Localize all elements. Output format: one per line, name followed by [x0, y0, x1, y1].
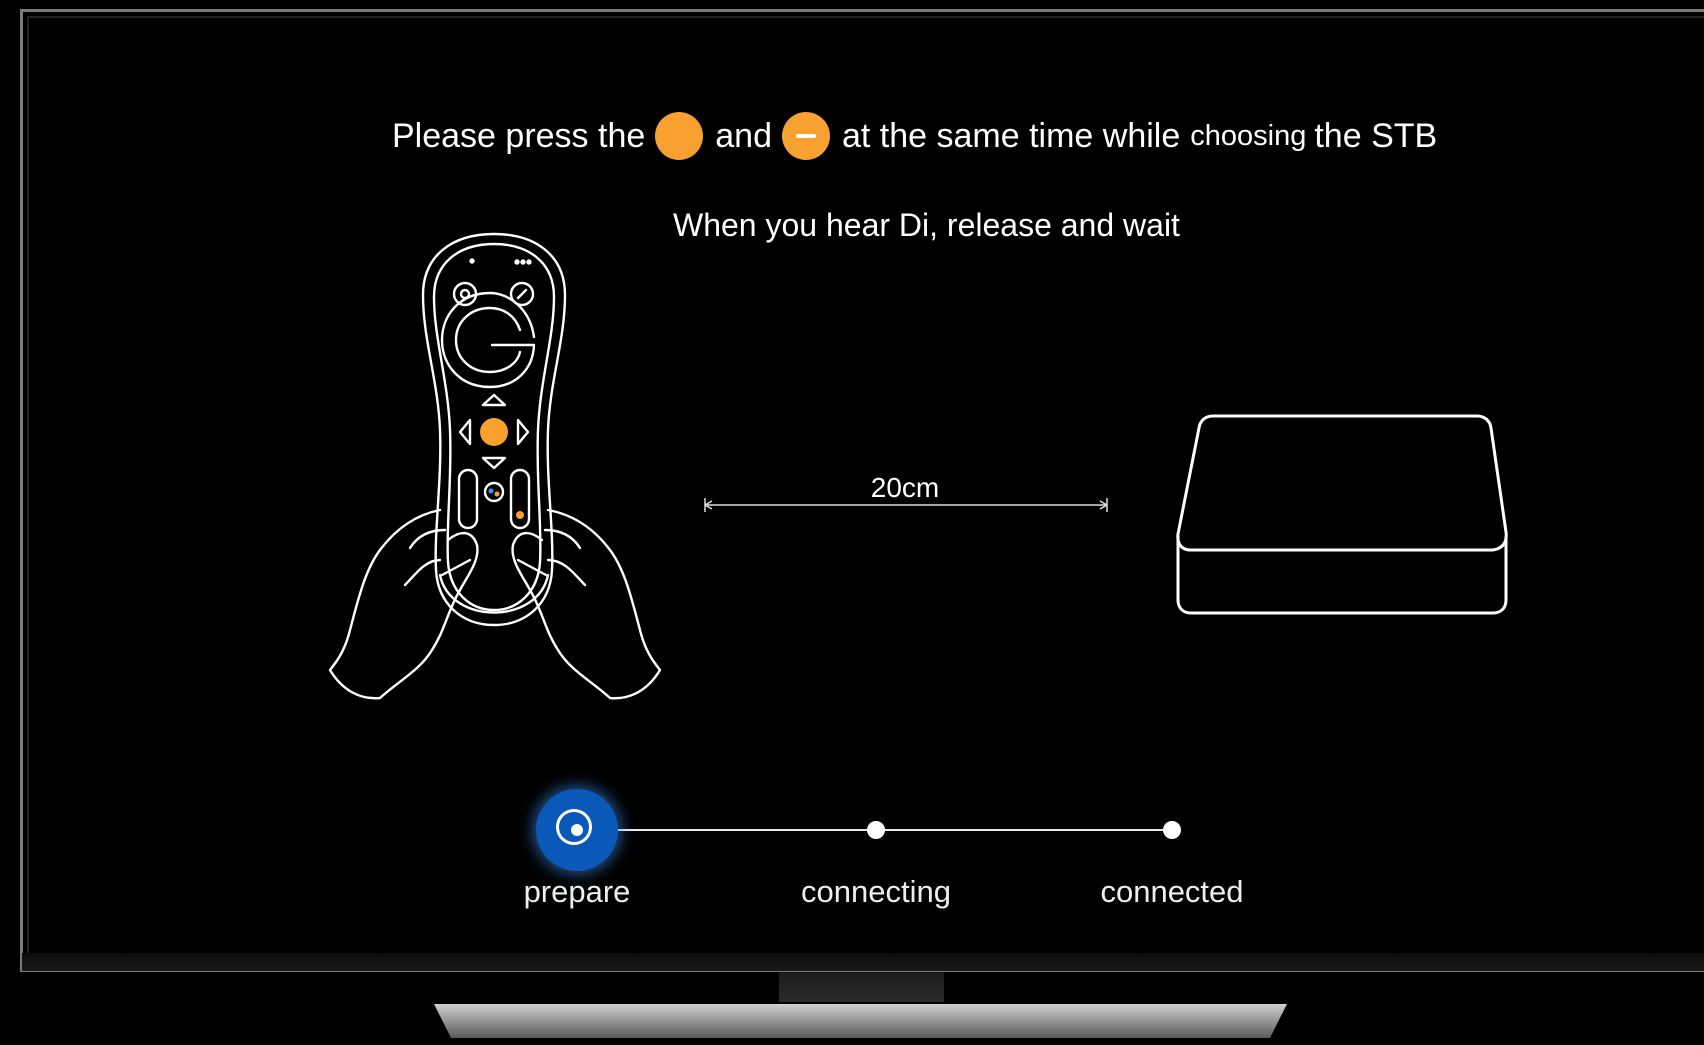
set-top-box-illustration [1176, 414, 1508, 615]
minus-button-icon [782, 112, 830, 160]
step-connected-indicator [1163, 821, 1181, 839]
tv-bottom-bezel [22, 953, 1704, 971]
step-label-prepare: prepare [523, 874, 631, 909]
step-prepare-indicator [536, 789, 618, 871]
tv-stand-base [434, 1004, 1287, 1038]
step-label-connected: connected [1100, 874, 1244, 909]
instruction-text-5: the STB [1314, 116, 1438, 155]
orange-button-icon [655, 112, 704, 160]
step-label-connecting: connecting [801, 874, 951, 909]
instruction-text-2: and [715, 116, 772, 155]
instruction-subtext: When you hear Di, release and wait [673, 207, 1180, 243]
instruction-text-4: choosing [1190, 119, 1307, 152]
tv-stand-neck [779, 972, 944, 1002]
remote-in-hands-illustration [328, 232, 662, 700]
instruction-text-1: Please press the [392, 116, 646, 155]
instruction-text-3: at the same time while [842, 116, 1181, 155]
distance-label: 20cm [870, 472, 940, 503]
instruction-line: Please press the and at the same time wh… [392, 112, 1437, 160]
step-connecting-indicator [867, 821, 885, 839]
